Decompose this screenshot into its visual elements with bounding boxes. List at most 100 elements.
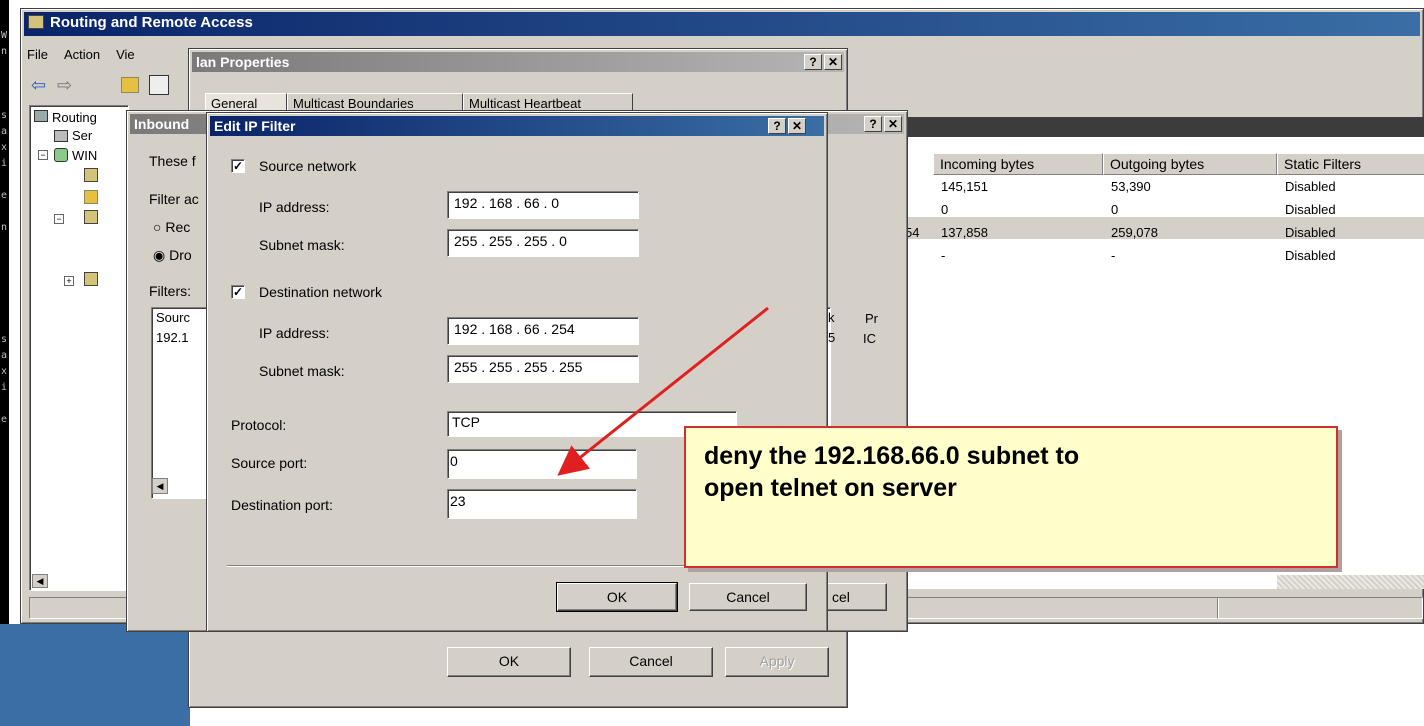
terminal-char: a — [1, 350, 8, 361]
back-arrow-icon[interactable]: ⇦ — [31, 75, 46, 96]
col-static-filters[interactable]: Static Filters — [1277, 153, 1424, 175]
lan-ok-button[interactable]: OK — [447, 647, 571, 677]
tree-routing[interactable]: Routing — [52, 110, 97, 125]
cell-static-filters: Disabled — [1285, 179, 1336, 194]
close-icon[interactable]: ✕ — [824, 54, 842, 70]
ip-routing-icon — [84, 210, 98, 224]
help-icon[interactable]: ? — [864, 116, 882, 132]
scroll-left-icon[interactable]: ◀ — [32, 574, 48, 588]
cell-static-filters: Disabled — [1285, 225, 1336, 240]
annotation-callout: deny the 192.168.66.0 subnet to open tel… — [684, 426, 1338, 568]
cell-outgoing-bytes: 0 — [1111, 202, 1119, 217]
tree-win-server[interactable]: WIN — [72, 148, 97, 163]
expand-toggle-icon[interactable]: + — [64, 276, 74, 286]
terminal-char: e — [1, 414, 8, 425]
status-bar-section — [1217, 597, 1423, 619]
terminal-char: i — [1, 382, 8, 393]
terminal-char: s — [1, 110, 8, 121]
filter-ok-button[interactable]: OK — [556, 582, 678, 612]
inbound-filters-title: Inbound — [134, 116, 190, 132]
source-network-checkbox[interactable]: ✓ — [231, 159, 245, 173]
lan-properties-title: lan Properties — [196, 54, 290, 70]
tree-server-status[interactable]: Ser — [72, 128, 92, 143]
scroll-left-icon[interactable]: ◀ — [152, 478, 168, 494]
source-mask-field[interactable]: 255 . 255 . 255 . 0 — [447, 229, 639, 257]
main-title-bar[interactable]: Routing and Remote Access — [24, 12, 1420, 36]
lan-cancel-button[interactable]: Cancel — [589, 647, 713, 677]
ports-icon — [84, 190, 98, 204]
dest-port-label: Destination port: — [231, 497, 333, 513]
cell-incoming-bytes: 0 — [941, 202, 949, 217]
details-pane-header-strip — [901, 117, 1424, 137]
background-terminal-strip: Wnsaxiensaxie — [0, 0, 9, 726]
edit-ip-filter-title: Edit IP Filter — [214, 118, 296, 134]
edit-ip-filter-title-bar[interactable]: Edit IP Filter ? ✕ — [210, 116, 824, 136]
menu-view[interactable]: Vie — [116, 47, 135, 62]
radio-receive-label: Rec — [165, 219, 191, 235]
list-header-protocol[interactable]: Pr — [865, 311, 878, 326]
cell-incoming-bytes: - — [941, 248, 946, 263]
dest-port-field[interactable]: 23 — [447, 489, 637, 519]
radio-drop[interactable]: ◉ Dro — [153, 247, 192, 264]
lan-apply-button[interactable]: Apply — [725, 647, 829, 677]
terminal-char: i — [1, 158, 8, 169]
source-ip-field[interactable]: 192 . 168 . 66 . 0 — [447, 191, 639, 219]
dest-ip-label: IP address: — [259, 325, 330, 341]
terminal-char: e — [1, 190, 8, 201]
destination-network-checkbox[interactable]: ✓ — [231, 285, 245, 299]
up-folder-icon[interactable] — [121, 77, 139, 93]
close-icon[interactable]: ✕ — [884, 116, 902, 132]
menu-bar: File Action Vie — [27, 47, 135, 62]
expand-toggle-icon[interactable]: − — [38, 150, 48, 160]
terminal-char: n — [1, 222, 8, 233]
source-port-label: Source port: — [231, 455, 308, 471]
list-row-protocol: IC — [863, 331, 876, 346]
help-icon[interactable]: ? — [804, 54, 822, 70]
terminal-char: a — [1, 126, 8, 137]
help-icon[interactable]: ? — [768, 118, 786, 134]
filter-cancel-button[interactable]: Cancel — [689, 583, 807, 611]
cell-outgoing-bytes: 259,078 — [1111, 225, 1158, 240]
scrollbar-track[interactable] — [1277, 575, 1424, 589]
filters-label: Filters: — [149, 283, 191, 299]
col-outgoing-bytes[interactable]: Outgoing bytes — [1103, 153, 1277, 175]
cell-static-filters: Disabled — [1285, 248, 1336, 263]
menu-action[interactable]: Action — [64, 47, 100, 62]
callout-line-2: open telnet on server — [704, 474, 957, 502]
source-ip-label: IP address: — [259, 199, 330, 215]
show-hide-tree-icon[interactable] — [149, 75, 169, 95]
network-interfaces-icon — [84, 168, 98, 182]
filter-action-label: Filter ac — [149, 191, 199, 207]
destination-network-label: Destination network — [259, 284, 382, 300]
radio-drop-icon: ◉ — [153, 247, 166, 263]
radio-drop-label: Dro — [169, 247, 192, 263]
radio-receive[interactable]: ○ Rec — [153, 219, 190, 235]
main-title: Routing and Remote Access — [50, 14, 253, 31]
cell-static-filters: Disabled — [1285, 202, 1336, 217]
list-header-mask[interactable]: k — [828, 310, 835, 325]
cell-outgoing-bytes: - — [1111, 248, 1116, 263]
close-icon[interactable]: ✕ — [788, 118, 806, 134]
terminal-char: n — [1, 46, 8, 57]
menu-file[interactable]: File — [27, 47, 48, 62]
list-row-source[interactable]: 192.1 — [156, 330, 189, 345]
lan-properties-title-bar[interactable]: lan Properties ? ✕ — [192, 52, 844, 72]
terminal-char: s — [1, 334, 8, 345]
col-incoming-bytes[interactable]: Incoming bytes — [933, 153, 1103, 175]
cell-incoming-bytes: 145,151 — [941, 179, 988, 194]
callout-line-1: deny the 192.168.66.0 subnet to — [704, 442, 1080, 470]
server-status-icon — [54, 130, 68, 142]
console-tree-pane: Routing Ser − WIN − + ◀ — [29, 105, 129, 591]
forward-arrow-icon[interactable]: ⇨ — [57, 75, 72, 96]
terminal-char: W — [1, 30, 8, 41]
list-header-source[interactable]: Sourc — [156, 310, 190, 325]
protocol-value: TCP — [452, 414, 480, 430]
inbound-cancel-button[interactable]: cel — [827, 583, 887, 611]
collapse-toggle-icon[interactable]: − — [54, 214, 64, 224]
terminal-char: x — [1, 142, 8, 153]
ipv6-routing-icon — [84, 272, 98, 286]
server-icon — [34, 110, 48, 122]
list-row-mask: 5 — [828, 330, 836, 345]
terminal-char: x — [1, 366, 8, 377]
cell-incoming-bytes: 137,858 — [941, 225, 988, 240]
